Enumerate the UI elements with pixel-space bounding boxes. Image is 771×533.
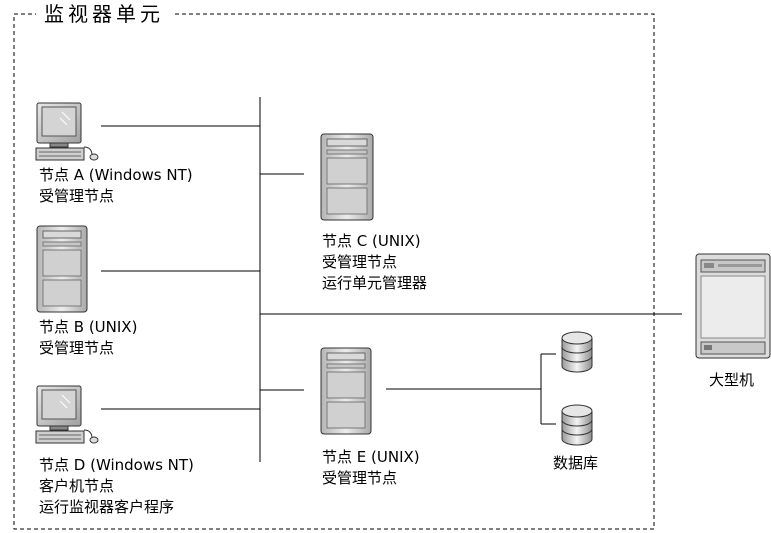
node-d-role: 客户机节点 bbox=[39, 477, 115, 495]
node-e-name: 节点 E (UNIX) bbox=[322, 448, 420, 466]
node-a-role: 受管理节点 bbox=[39, 187, 115, 205]
unit-title: 监视器单元 bbox=[36, 0, 172, 28]
node-c-extra: 运行单元管理器 bbox=[322, 274, 428, 292]
mainframe-label: 大型机 bbox=[709, 371, 755, 389]
server-icon bbox=[36, 225, 88, 313]
server-icon bbox=[320, 347, 372, 435]
database-label: 数据库 bbox=[553, 454, 599, 472]
workstation-icon bbox=[35, 102, 99, 161]
node-b-role: 受管理节点 bbox=[39, 339, 115, 357]
mainframe-icon bbox=[695, 253, 771, 359]
node-d-label: 节点 D (Windows NT) 客户机节点 运行监视器客户程序 bbox=[39, 455, 194, 518]
node-a-label: 节点 A (Windows NT) 受管理节点 bbox=[39, 165, 193, 207]
node-c-name: 节点 C (UNIX) bbox=[322, 232, 421, 250]
workstation-icon bbox=[35, 385, 99, 444]
node-c-label: 节点 C (UNIX) 受管理节点 运行单元管理器 bbox=[322, 231, 427, 294]
node-b-name: 节点 B (UNIX) bbox=[39, 318, 138, 336]
database-icon bbox=[561, 331, 593, 373]
node-d-extra: 运行监视器客户程序 bbox=[39, 498, 175, 516]
server-icon bbox=[320, 133, 374, 221]
database-icon bbox=[561, 404, 593, 446]
node-b-label: 节点 B (UNIX) 受管理节点 bbox=[39, 317, 137, 359]
node-d-name: 节点 D (Windows NT) bbox=[39, 456, 194, 474]
node-e-label: 节点 E (UNIX) 受管理节点 bbox=[322, 447, 420, 489]
node-e-role: 受管理节点 bbox=[322, 469, 398, 487]
node-a-name: 节点 A (Windows NT) bbox=[39, 166, 193, 184]
node-c-role: 受管理节点 bbox=[322, 253, 398, 271]
